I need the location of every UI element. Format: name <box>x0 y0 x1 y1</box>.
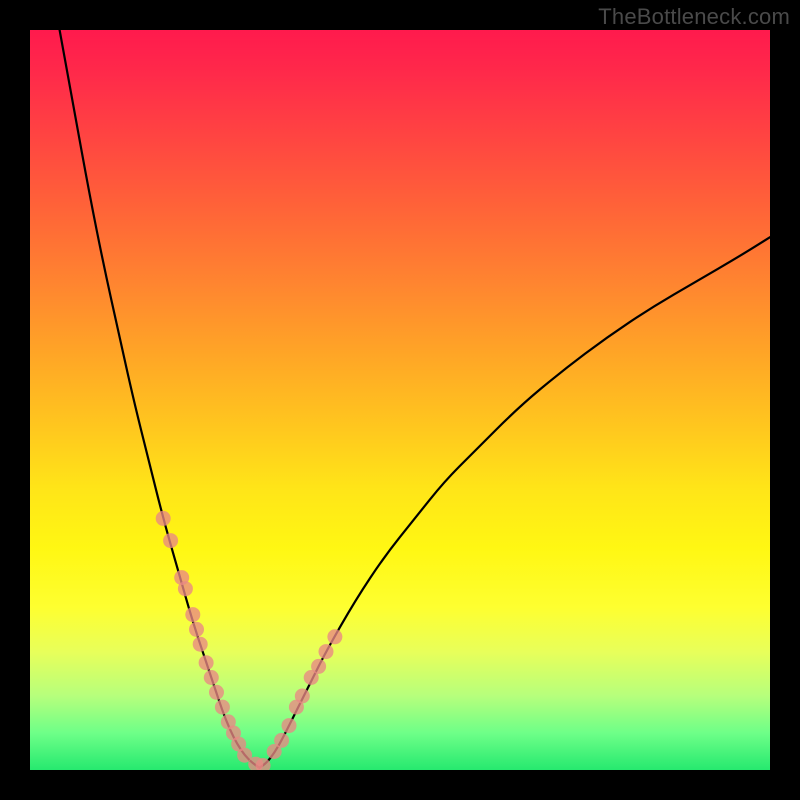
data-dot <box>327 629 342 644</box>
chart-svg <box>30 30 770 770</box>
data-dot <box>178 581 193 596</box>
data-dot <box>156 511 171 526</box>
data-dot <box>319 644 334 659</box>
plot-area <box>30 30 770 770</box>
data-dot <box>189 622 204 637</box>
data-dot <box>311 659 326 674</box>
data-dot <box>204 670 219 685</box>
chart-frame: TheBottleneck.com <box>0 0 800 800</box>
data-dot <box>209 685 224 700</box>
curve-right-arm <box>259 237 770 768</box>
data-dot <box>215 700 230 715</box>
data-dot <box>282 718 297 733</box>
data-dot <box>163 533 178 548</box>
data-dot <box>274 733 289 748</box>
data-dot <box>295 689 310 704</box>
data-dot <box>193 637 208 652</box>
data-dot <box>185 607 200 622</box>
watermark-text: TheBottleneck.com <box>598 4 790 30</box>
curve-group <box>60 30 770 768</box>
curve-left-arm <box>60 30 260 768</box>
data-dot <box>199 655 214 670</box>
dots-group <box>156 511 343 770</box>
